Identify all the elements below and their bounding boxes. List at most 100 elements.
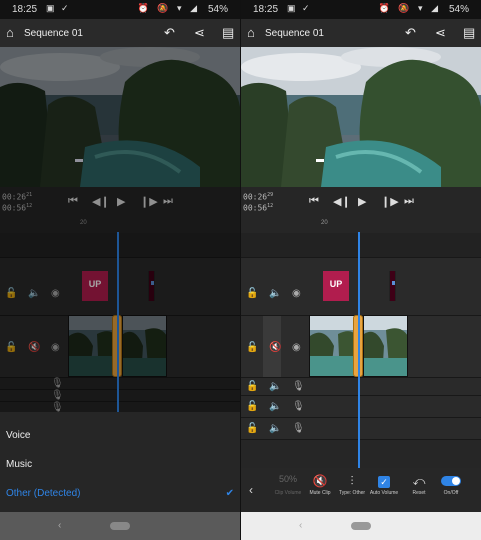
- home-icon[interactable]: ⌂: [6, 25, 14, 40]
- undo-icon[interactable]: ↶: [405, 25, 416, 41]
- playhead[interactable]: [358, 232, 360, 468]
- waveform-icon: ⫶: [350, 474, 354, 488]
- video-clip-thumbnail[interactable]: [309, 315, 357, 377]
- toggle-icon-wrap: [434, 474, 468, 490]
- checkmark-icon: ✔: [225, 488, 234, 499]
- step-back-icon[interactable]: ◀❙: [333, 195, 351, 208]
- back-nav-icon[interactable]: ‹: [58, 520, 61, 531]
- screen: 18:25 ▣ ✓ ⏰ 🔕 ▾ ◢ 54% ⌂ Sequence 01 ↶ ⋖ …: [0, 0, 481, 540]
- audio-track-3: 🔓 🔈 🎙: [241, 417, 481, 439]
- lock-icon[interactable]: 🔓: [246, 423, 258, 434]
- video-preview[interactable]: [241, 47, 481, 187]
- lock-icon[interactable]: 🔓: [246, 381, 258, 392]
- audio-track-2: 🔓 🔈 🎙: [241, 395, 481, 417]
- system-icons: ⏰ 🔕 ▾ ◢: [378, 3, 441, 13]
- volume-icon[interactable]: 🔈: [269, 423, 281, 434]
- checkbox-icon: ✓: [378, 476, 390, 488]
- playback-controls: 00:2629 00:5612 ⏮ ◀❙ ▶ ❙▶ ⏭: [241, 187, 481, 227]
- share-icon[interactable]: ⋖: [194, 25, 205, 41]
- right-screen: 18:25 ▣ ✓ ⏰ 🔕 ▾ ◢ 54% ⌂ Sequence 01 ↶ ⋖ …: [241, 0, 481, 540]
- home-pill[interactable]: [110, 522, 130, 530]
- auto-volume-tool[interactable]: ✓ Auto Volume: [367, 474, 401, 496]
- lagoon-scene-image: [0, 47, 240, 187]
- timeline-ruler[interactable]: [241, 227, 481, 233]
- eye-icon[interactable]: ◉: [292, 288, 301, 299]
- on-off-tool[interactable]: On/Off: [434, 474, 468, 496]
- android-nav-bar: ‹: [241, 512, 481, 540]
- share-icon[interactable]: ⋖: [435, 25, 446, 41]
- audio-clip[interactable]: [389, 271, 396, 301]
- volume-icon[interactable]: 🔈: [269, 381, 281, 392]
- ruler-label: 20: [321, 220, 328, 226]
- status-time: 18:25: [12, 4, 38, 15]
- mute-clip-label: Mute Clip: [309, 490, 331, 496]
- audio-track-1: 🔓 🔈 🎙: [241, 377, 481, 395]
- step-forward-icon[interactable]: ❙▶: [381, 195, 399, 208]
- sequence-title: Sequence 01: [265, 28, 324, 39]
- app-bar: ⌂ Sequence 01 ↶ ⋖ ▤: [241, 19, 481, 47]
- reset-tool[interactable]: ⤺ Reset: [402, 474, 436, 496]
- lagoon-scene-image: [241, 47, 481, 187]
- video-clip-thumbnail[interactable]: [363, 315, 408, 377]
- battery-level: 54%: [207, 4, 228, 15]
- mute-mic-icon: 🔇: [312, 474, 328, 488]
- reset-label: Reset: [412, 490, 426, 496]
- eye-icon[interactable]: ◉: [292, 342, 301, 353]
- lock-icon[interactable]: 🔓: [246, 401, 258, 412]
- play-icon[interactable]: ▶: [358, 195, 366, 208]
- skip-to-end-icon[interactable]: ⏭: [404, 195, 414, 208]
- battery-level: 54%: [448, 4, 469, 15]
- clip-volume-tool: 50% Clip Volume: [271, 474, 305, 496]
- keyframe-marker: [392, 281, 395, 285]
- current-timecode: 00:2629: [243, 192, 274, 202]
- skip-to-start-icon[interactable]: ⏮: [309, 195, 319, 208]
- comment-icon[interactable]: ▤: [222, 25, 234, 41]
- type-label: Type: Other: [338, 490, 366, 496]
- audio-toolbar: ‹ 50% Clip Volume 🔇 Mute Clip ⫶ Type: Ot…: [241, 468, 481, 512]
- toolbar-back-icon[interactable]: ‹: [249, 483, 253, 497]
- option-music[interactable]: Music: [6, 459, 32, 470]
- type-tool[interactable]: ⫶ Type: Other: [335, 474, 369, 496]
- total-timecode: 00:5612: [243, 203, 274, 213]
- status-bar: 18:25 ▣ ✓ ⏰ 🔕 ▾ ◢ 54%: [0, 0, 240, 19]
- notification-icons: ▣ ✓: [287, 3, 312, 13]
- sequence-title: Sequence 01: [24, 28, 83, 39]
- notification-icons: ▣ ✓: [46, 3, 71, 13]
- modal-scrim: [0, 187, 240, 412]
- android-nav-bar: ‹: [0, 512, 240, 540]
- home-pill[interactable]: [351, 522, 371, 530]
- clip-volume-value: 50%: [278, 474, 297, 484]
- lock-icon[interactable]: 🔓: [246, 288, 258, 299]
- volume-icon[interactable]: 🔈: [269, 288, 281, 299]
- toggle-icon: [441, 476, 461, 486]
- volume-icon[interactable]: 🔈: [269, 401, 281, 412]
- app-bar: ⌂ Sequence 01 ↶ ⋖ ▤: [0, 19, 240, 47]
- clip-thumbnail-image: [310, 316, 356, 376]
- left-screen: 18:25 ▣ ✓ ⏰ 🔕 ▾ ◢ 54% ⌂ Sequence 01 ↶ ⋖ …: [0, 0, 240, 540]
- status-bar: 18:25 ▣ ✓ ⏰ 🔕 ▾ ◢ 54%: [241, 0, 481, 19]
- auto-volume-label: Auto Volume: [369, 490, 399, 496]
- timeline-empty-area: [241, 439, 481, 468]
- comment-icon[interactable]: ▤: [463, 25, 475, 41]
- mute-clip-tool[interactable]: 🔇 Mute Clip: [303, 474, 337, 496]
- checkbox-icon-wrap: ✓: [367, 474, 401, 490]
- system-icons: ⏰ 🔕 ▾ ◢: [137, 3, 200, 13]
- graphics-track: 🔓 🔈 ◉: [241, 257, 481, 315]
- reset-icon: ⤺: [412, 474, 426, 488]
- mute-icon[interactable]: 🔇: [269, 342, 281, 353]
- title-clip[interactable]: UP: [323, 271, 349, 301]
- back-nav-icon[interactable]: ‹: [299, 520, 302, 531]
- mic-icon[interactable]: 🎙: [292, 401, 305, 412]
- mic-icon[interactable]: 🎙: [292, 381, 305, 392]
- home-icon[interactable]: ⌂: [247, 25, 255, 40]
- option-other-detected[interactable]: Other (Detected): [6, 488, 80, 499]
- video-preview[interactable]: [0, 47, 240, 187]
- clip-thumbnail-image: [364, 316, 407, 376]
- status-time: 18:25: [253, 4, 279, 15]
- lock-icon[interactable]: 🔓: [246, 342, 258, 353]
- mic-icon[interactable]: 🎙: [292, 423, 305, 434]
- option-voice[interactable]: Voice: [6, 430, 30, 441]
- clip-volume-label: Clip Volume: [274, 490, 302, 496]
- audio-type-sheet: Voice Music Other (Detected) ✔: [0, 412, 240, 512]
- undo-icon[interactable]: ↶: [164, 25, 175, 41]
